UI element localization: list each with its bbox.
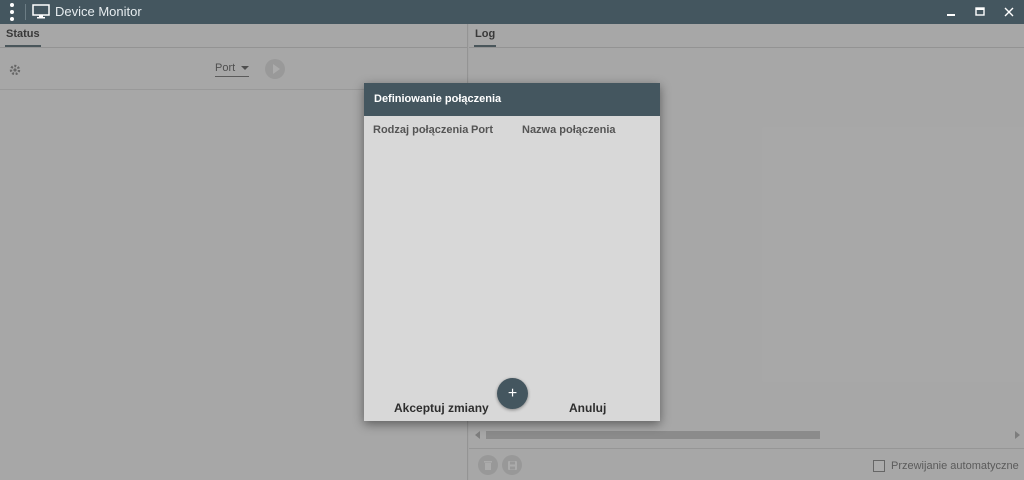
maximize-icon xyxy=(975,7,985,16)
close-icon xyxy=(1004,7,1014,17)
dialog-title: Definiowanie połączenia xyxy=(364,83,660,116)
accept-button[interactable]: Akceptuj zmiany xyxy=(394,401,489,415)
monitor-icon xyxy=(32,4,50,19)
title-bar: Device Monitor xyxy=(0,0,1024,24)
cancel-button[interactable]: Anuluj xyxy=(569,401,606,415)
maximize-button[interactable] xyxy=(970,3,990,21)
column-header[interactable]: Rodzaj połączenia xyxy=(373,124,468,136)
add-connection-button[interactable]: + xyxy=(497,378,528,409)
title-separator xyxy=(25,4,26,20)
column-header[interactable]: Port xyxy=(471,124,493,136)
close-button[interactable] xyxy=(999,3,1019,21)
minimize-icon xyxy=(947,14,955,16)
column-header[interactable]: Nazwa połączenia xyxy=(522,124,616,136)
app-title: Device Monitor xyxy=(55,4,142,19)
menu-icon[interactable] xyxy=(4,3,20,21)
connection-dialog: Definiowanie połączenia Rodzaj połączeni… xyxy=(364,83,660,421)
minimize-button[interactable] xyxy=(941,3,961,21)
table-header: Rodzaj połączenia Port Nazwa połączenia xyxy=(364,116,660,144)
